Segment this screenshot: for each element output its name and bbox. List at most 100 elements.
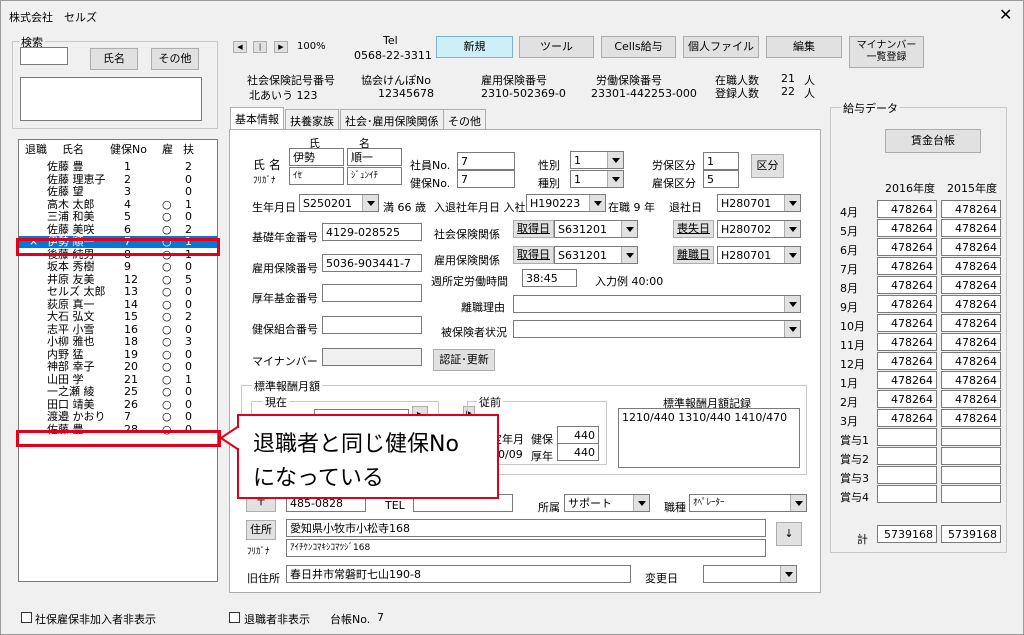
chevron-down-icon[interactable] (784, 321, 800, 337)
shaho-get-select[interactable]: S631201 (554, 220, 638, 238)
hihokensha-select[interactable] (513, 320, 801, 338)
search-name-button[interactable]: 氏名 (90, 48, 138, 70)
tab-insurance[interactable]: 社会･雇用保険関係 (340, 109, 444, 129)
list-item[interactable]: 佐藤 豊 1 2 (19, 161, 217, 173)
search-other-button[interactable]: その他 (151, 48, 199, 70)
pay-value-2016[interactable] (877, 466, 937, 484)
pay-value-2015[interactable]: 478264 (941, 257, 1001, 275)
list-item[interactable]: 内野 猛 19 ○ 0 (19, 348, 217, 361)
pay-value-2016[interactable]: 478264 (877, 238, 937, 256)
rodo-kubun-field[interactable]: 1 (703, 152, 739, 170)
nav-prev-button[interactable]: | (253, 41, 267, 53)
pay-value-2016[interactable]: 478264 (877, 390, 937, 408)
personal-file-button[interactable]: 個人ファイル (683, 36, 759, 58)
kosei-field[interactable] (322, 284, 422, 302)
hide-retired-checkbox[interactable] (229, 612, 240, 623)
total1-field[interactable]: 5739168 (877, 525, 937, 543)
seibetsu-select[interactable]: 1 (570, 151, 624, 169)
list-item[interactable]: 荻原 真一 14 ○ 0 (19, 298, 217, 311)
pay-value-2016[interactable]: 478264 (877, 200, 937, 218)
pay-value-2016[interactable]: 478264 (877, 276, 937, 294)
tab-basic[interactable]: 基本情報 (230, 107, 284, 129)
list-item[interactable]: セルズ 太郎 13 ○ 0 (19, 286, 217, 298)
henko-select[interactable] (703, 565, 797, 583)
ledger-button[interactable]: 賃金台帳 (885, 129, 981, 153)
list-item[interactable]: 三浦 和美 5 ○ 0 (19, 211, 217, 223)
kana-sei-field[interactable]: ｲｾ (289, 167, 344, 185)
pay-value-2015[interactable] (941, 428, 1001, 446)
mynumber-list-button[interactable]: マイナンバー 一覧登録 (849, 36, 924, 68)
koyo-lost-button[interactable]: 離職日 (673, 246, 714, 264)
ninsho-button[interactable]: 認証･更新 (433, 349, 495, 371)
shaho-get-button[interactable]: 取得日 (513, 220, 554, 238)
chevron-down-icon[interactable] (633, 495, 649, 511)
addr-kana-field[interactable]: ｱｲﾁｹﾝｺﾏｷｼｺﾏﾂｼﾞ168 (286, 539, 766, 557)
pay-value-2015[interactable] (941, 447, 1001, 465)
riyu-select[interactable] (513, 295, 801, 313)
koyo-get-button[interactable]: 取得日 (513, 246, 554, 264)
shain-field[interactable]: 7 (457, 152, 515, 170)
hide-shaho-checkbox[interactable] (21, 612, 32, 623)
list-item[interactable]: 神部 幸子 20 ○ 0 (19, 361, 217, 373)
kubun-button[interactable]: 区分 (751, 154, 784, 178)
pay-value-2015[interactable]: 478264 (941, 238, 1001, 256)
mynumber-field[interactable] (322, 348, 422, 366)
mei-field[interactable]: 順一 (347, 148, 402, 166)
pay-value-2015[interactable]: 478264 (941, 314, 1001, 332)
chevron-down-icon[interactable] (790, 495, 806, 511)
kiroku-field[interactable]: 1210/440 1310/440 1410/470 (618, 408, 800, 468)
koyohoken-field[interactable]: 5036-903441-7 (322, 254, 422, 272)
list-item[interactable]: 山田 学 21 ○ 1 (19, 373, 217, 386)
chevron-down-icon[interactable] (784, 195, 800, 211)
nav-first-button[interactable]: ◀ (233, 41, 247, 53)
kyu-field[interactable]: 春日井市常磐町七山190-8 (286, 565, 631, 583)
kumiai-field[interactable] (322, 316, 422, 334)
shozoku-select[interactable]: サポート (564, 494, 650, 512)
pay-value-2016[interactable]: 478264 (877, 314, 937, 332)
list-item[interactable]: 田口 靖美 26 ○ 0 (19, 398, 217, 411)
list-item[interactable]: 井原 友美 12 ○ 5 (19, 273, 217, 286)
pay-value-2015[interactable]: 478264 (941, 352, 1001, 370)
new-button[interactable]: 新規 (436, 36, 513, 58)
chevron-down-icon[interactable] (784, 247, 800, 263)
pay-value-2015[interactable]: 478264 (941, 333, 1001, 351)
jizen-kenpo-field[interactable]: 440 (557, 426, 599, 444)
jusho-button[interactable]: 住所 (246, 520, 276, 540)
koyo-kubun-field[interactable]: 5 (703, 170, 739, 188)
chevron-down-icon[interactable] (621, 247, 637, 263)
pay-value-2016[interactable] (877, 485, 937, 503)
list-item[interactable]: 佐藤 美咲 6 ○ 2 (19, 223, 217, 236)
list-item[interactable]: 高木 太郎 4 ○ 1 (19, 198, 217, 211)
pay-value-2015[interactable]: 478264 (941, 390, 1001, 408)
tool-button[interactable]: ツール (519, 36, 594, 58)
tab-family[interactable]: 扶養家族 (285, 109, 339, 129)
shaho-lost-button[interactable]: 喪失日 (673, 220, 714, 238)
pay-value-2016[interactable]: 478264 (877, 409, 937, 427)
shaho-lost-select[interactable]: H280702 (717, 220, 801, 238)
list-item[interactable]: 佐藤 理恵子 2 0 (19, 173, 217, 186)
chevron-down-icon[interactable] (784, 221, 800, 237)
pay-value-2016[interactable]: 478264 (877, 371, 937, 389)
taisha-select[interactable]: H280701 (717, 194, 801, 212)
cells-button[interactable]: Cells給与 (601, 36, 676, 58)
list-item[interactable]: 渡邉 かおり 7 ○ 0 (19, 411, 217, 423)
pay-value-2016[interactable] (877, 447, 937, 465)
chevron-down-icon[interactable] (784, 296, 800, 312)
koyo-lost-select[interactable]: H280701 (717, 246, 801, 264)
jusho-field[interactable]: 愛知県小牧市小松寺168 (286, 519, 766, 537)
chevron-down-icon[interactable] (607, 152, 623, 168)
chevron-down-icon[interactable] (607, 171, 623, 187)
list-item[interactable]: 大石 弘文 15 ○ 2 (19, 311, 217, 323)
pay-value-2015[interactable]: 478264 (941, 200, 1001, 218)
chevron-down-icon[interactable] (362, 195, 378, 211)
search-result-box[interactable] (20, 77, 202, 121)
shokushu-select[interactable]: ｵﾍﾟﾚｰﾀｰ (689, 494, 807, 512)
kana-mei-field[interactable]: ｼﾞｭﾝｲﾁ (347, 167, 402, 185)
sei-field[interactable]: 伊勢 (289, 148, 344, 166)
pay-value-2015[interactable] (941, 485, 1001, 503)
chevron-down-icon[interactable] (780, 566, 796, 582)
shubetsu-select[interactable]: 1 (570, 170, 624, 188)
close-icon[interactable]: ✕ (999, 5, 1012, 24)
pay-value-2016[interactable]: 478264 (877, 257, 937, 275)
list-item[interactable]: 坂本 秀樹 9 ○ 0 (19, 261, 217, 273)
